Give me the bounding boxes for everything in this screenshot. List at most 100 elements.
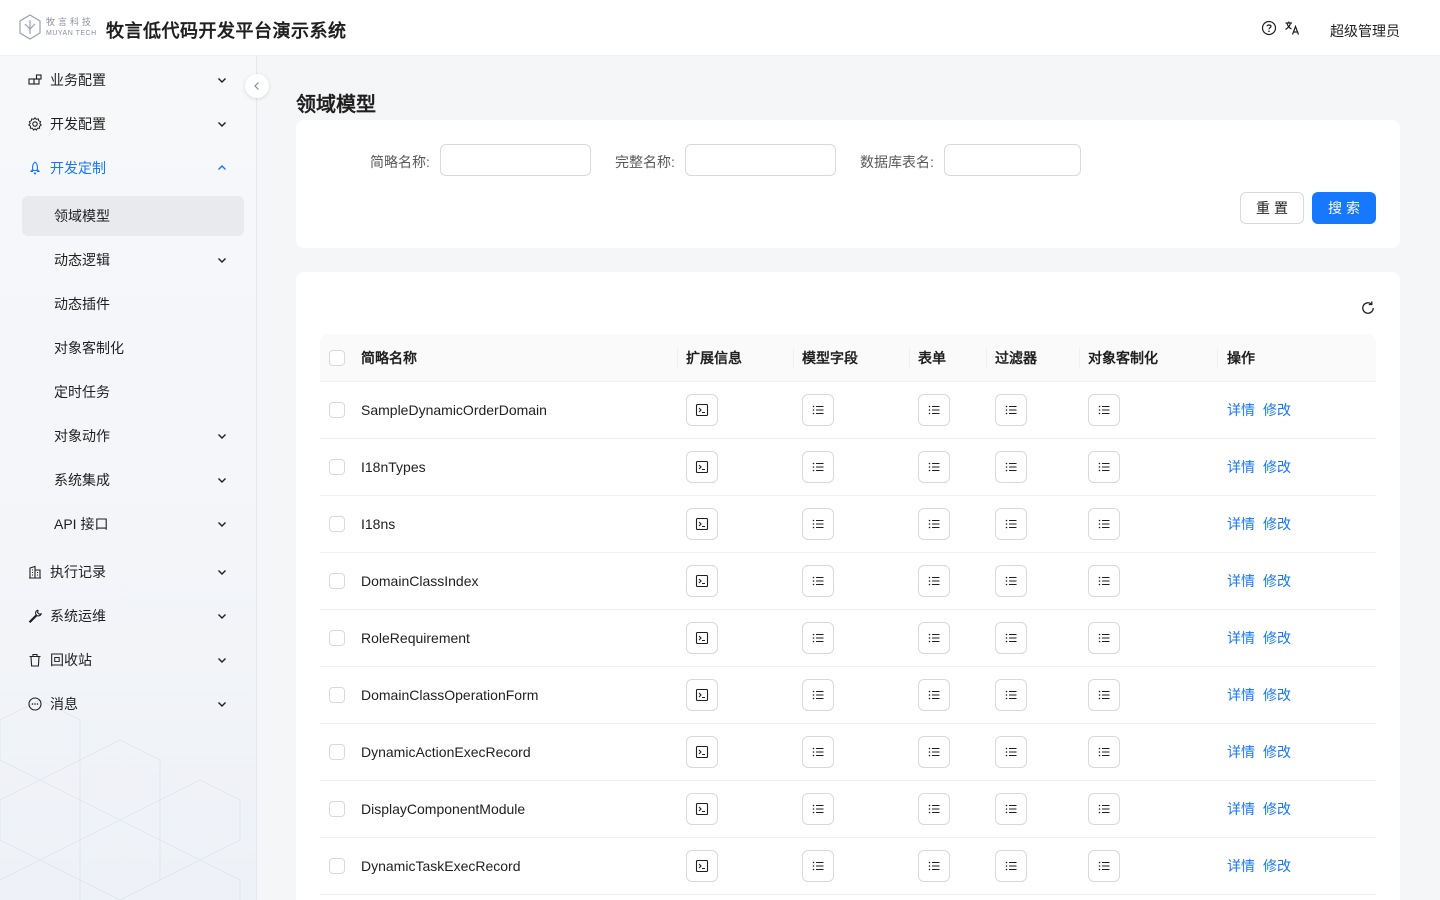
extension-info-button[interactable] xyxy=(686,508,718,540)
object-custom-button[interactable] xyxy=(1088,622,1120,654)
row-checkbox[interactable] xyxy=(329,630,345,646)
object-custom-button[interactable] xyxy=(1088,451,1120,483)
search-button[interactable]: 搜索 xyxy=(1312,192,1376,224)
detail-link[interactable]: 详情 xyxy=(1227,724,1255,780)
form-button[interactable] xyxy=(918,679,950,711)
model-fields-button[interactable] xyxy=(802,850,834,882)
row-checkbox[interactable] xyxy=(329,402,345,418)
extension-info-button[interactable] xyxy=(686,565,718,597)
sidebar-item-system-ops[interactable]: 系统运维 xyxy=(22,596,244,636)
form-button[interactable] xyxy=(918,736,950,768)
detail-link[interactable]: 详情 xyxy=(1227,781,1255,837)
filter-button[interactable] xyxy=(995,394,1027,426)
detail-link[interactable]: 详情 xyxy=(1227,382,1255,438)
sidebar-item-dev-config[interactable]: 开发配置 xyxy=(22,104,244,144)
brand-logo[interactable]: 牧言科技 MUYAN TECH xyxy=(18,14,97,40)
edit-link[interactable]: 修改 xyxy=(1263,781,1291,837)
extension-info-button[interactable] xyxy=(686,679,718,711)
form-button[interactable] xyxy=(918,451,950,483)
user-menu[interactable]: 超级管理员 xyxy=(1330,21,1400,41)
edit-link[interactable]: 修改 xyxy=(1263,439,1291,495)
edit-link[interactable]: 修改 xyxy=(1263,667,1291,723)
filter-button[interactable] xyxy=(995,451,1027,483)
model-fields-button[interactable] xyxy=(802,394,834,426)
row-checkbox[interactable] xyxy=(329,516,345,532)
sidebar-item-system-integration[interactable]: 系统集成 xyxy=(22,460,244,500)
object-custom-button[interactable] xyxy=(1088,850,1120,882)
filter-button[interactable] xyxy=(995,508,1027,540)
filter-button[interactable] xyxy=(995,622,1027,654)
sidebar-item-object-action[interactable]: 对象动作 xyxy=(22,416,244,456)
sidebar-item-scheduled-task[interactable]: 定时任务 xyxy=(22,372,244,412)
extension-info-button[interactable] xyxy=(686,850,718,882)
model-fields-button[interactable] xyxy=(802,451,834,483)
extension-info-button[interactable] xyxy=(686,394,718,426)
edit-link[interactable]: 修改 xyxy=(1263,382,1291,438)
db-table-input[interactable] xyxy=(944,144,1081,176)
form-button[interactable] xyxy=(918,622,950,654)
detail-link[interactable]: 详情 xyxy=(1227,553,1255,609)
form-button[interactable] xyxy=(918,394,950,426)
form-button[interactable] xyxy=(918,793,950,825)
sidebar-item-recycle-bin[interactable]: 回收站 xyxy=(22,640,244,680)
translate-icon[interactable] xyxy=(1284,20,1300,36)
row-checkbox[interactable] xyxy=(329,801,345,817)
model-fields-button[interactable] xyxy=(802,736,834,768)
help-icon[interactable] xyxy=(1261,20,1277,36)
reset-button[interactable]: 重置 xyxy=(1240,192,1304,224)
short-name-input[interactable] xyxy=(440,144,591,176)
row-checkbox[interactable] xyxy=(329,459,345,475)
model-fields-button[interactable] xyxy=(802,679,834,711)
row-checkbox[interactable] xyxy=(329,687,345,703)
sidebar-item-business-config[interactable]: 业务配置 xyxy=(22,60,244,100)
sidebar-item-object-customization[interactable]: 对象客制化 xyxy=(22,328,244,368)
model-fields-button[interactable] xyxy=(802,622,834,654)
filter-button[interactable] xyxy=(995,679,1027,711)
model-fields-button[interactable] xyxy=(802,508,834,540)
extension-info-button[interactable] xyxy=(686,451,718,483)
object-custom-button[interactable] xyxy=(1088,565,1120,597)
form-button[interactable] xyxy=(918,508,950,540)
object-custom-button[interactable] xyxy=(1088,793,1120,825)
sidebar-item-dev-custom[interactable]: 开发定制 xyxy=(22,148,244,188)
select-all-checkbox[interactable] xyxy=(329,350,345,366)
full-name-input[interactable] xyxy=(685,144,836,176)
row-checkbox[interactable] xyxy=(329,858,345,874)
filter-button[interactable] xyxy=(995,850,1027,882)
object-custom-button[interactable] xyxy=(1088,508,1120,540)
model-fields-button[interactable] xyxy=(802,793,834,825)
table-header: 简略名称 扩展信息 模型字段 表单 过滤器 对象客制化 操作 xyxy=(320,334,1376,382)
form-button[interactable] xyxy=(918,565,950,597)
detail-link[interactable]: 详情 xyxy=(1227,838,1255,894)
detail-link[interactable]: 详情 xyxy=(1227,496,1255,552)
sidebar-collapse-button[interactable] xyxy=(245,74,269,98)
row-checkbox[interactable] xyxy=(329,573,345,589)
row-checkbox[interactable] xyxy=(329,744,345,760)
edit-link[interactable]: 修改 xyxy=(1263,838,1291,894)
object-custom-button[interactable] xyxy=(1088,679,1120,711)
object-custom-button[interactable] xyxy=(1088,394,1120,426)
detail-link[interactable]: 详情 xyxy=(1227,667,1255,723)
extension-info-button[interactable] xyxy=(686,736,718,768)
filter-button[interactable] xyxy=(995,793,1027,825)
sidebar-item-dynamic-plugin[interactable]: 动态插件 xyxy=(22,284,244,324)
extension-info-button[interactable] xyxy=(686,793,718,825)
object-custom-button[interactable] xyxy=(1088,736,1120,768)
refresh-icon[interactable] xyxy=(1360,300,1376,316)
edit-link[interactable]: 修改 xyxy=(1263,553,1291,609)
sidebar-item-domain-model[interactable]: 领域模型 xyxy=(22,196,244,236)
extension-info-button[interactable] xyxy=(686,622,718,654)
filter-button[interactable] xyxy=(995,736,1027,768)
edit-link[interactable]: 修改 xyxy=(1263,610,1291,666)
edit-link[interactable]: 修改 xyxy=(1263,724,1291,780)
form-button[interactable] xyxy=(918,850,950,882)
sidebar-item-messages[interactable]: 消息 xyxy=(22,684,244,724)
sidebar-item-dynamic-logic[interactable]: 动态逻辑 xyxy=(22,240,244,280)
edit-link[interactable]: 修改 xyxy=(1263,496,1291,552)
model-fields-button[interactable] xyxy=(802,565,834,597)
sidebar-item-api[interactable]: API 接口 xyxy=(22,504,244,544)
filter-button[interactable] xyxy=(995,565,1027,597)
detail-link[interactable]: 详情 xyxy=(1227,610,1255,666)
sidebar-item-exec-records[interactable]: 执行记录 xyxy=(22,552,244,592)
detail-link[interactable]: 详情 xyxy=(1227,439,1255,495)
